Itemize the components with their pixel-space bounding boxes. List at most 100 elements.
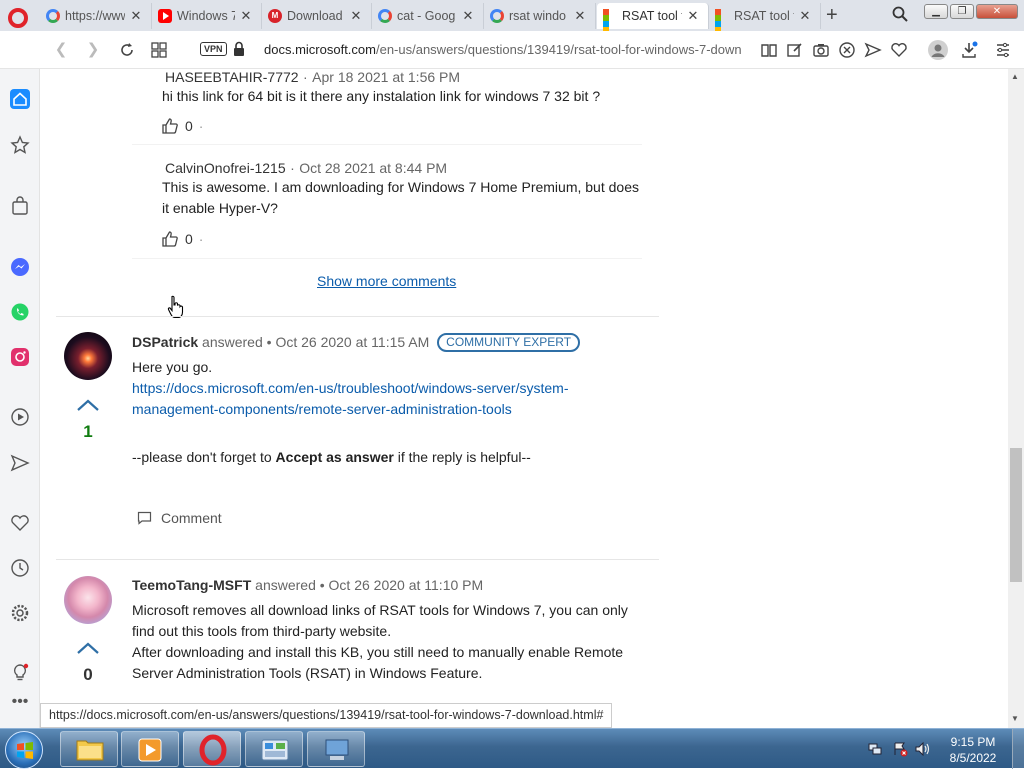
search-tabs-icon[interactable] xyxy=(892,6,908,22)
avatar[interactable] xyxy=(64,332,112,380)
home-icon[interactable] xyxy=(10,89,30,109)
show-more-comments-link[interactable]: Show more comments xyxy=(317,273,456,289)
answer-header: DSPatrick answered • Oct 26 2020 at 11:1… xyxy=(132,333,581,352)
answer-line: Server Administration Tools (RSAT) in Wi… xyxy=(132,665,483,681)
messenger-icon[interactable] xyxy=(10,257,30,277)
network-icon[interactable] xyxy=(868,742,882,756)
volume-speaker-icon[interactable] xyxy=(915,742,931,756)
answer-verb: answered xyxy=(255,577,316,593)
instagram-icon[interactable] xyxy=(10,347,30,367)
reload-icon[interactable] xyxy=(118,41,136,59)
answer-link-line[interactable]: management-components/remote-server-admi… xyxy=(132,399,569,420)
send-flow-icon[interactable] xyxy=(864,41,882,59)
answer-author[interactable]: DSPatrick xyxy=(132,334,198,350)
comment-like-row: 0 · xyxy=(161,230,203,248)
taskbar-opera[interactable] xyxy=(183,731,241,767)
whatsapp-icon[interactable] xyxy=(10,302,30,322)
tab-3[interactable]: M Download ✕ xyxy=(262,3,372,29)
tab-4[interactable]: cat - Goog ✕ xyxy=(372,3,484,29)
speed-dial-grid-icon[interactable] xyxy=(150,41,168,59)
answer-divider xyxy=(56,559,659,560)
forward-arrow-icon[interactable]: ❯ xyxy=(84,41,102,59)
close-icon[interactable]: ✕ xyxy=(239,8,253,24)
tab-5[interactable]: rsat windo ✕ xyxy=(484,3,596,29)
vote-count: 1 xyxy=(83,422,93,441)
answer-line: find out this tools from third-party web… xyxy=(132,623,392,639)
taskbar-media-player[interactable] xyxy=(121,731,179,767)
flow-send-icon[interactable] xyxy=(10,453,30,473)
comment-text: hi this link for 64 bit is it there any … xyxy=(162,88,601,104)
vertical-scrollbar[interactable] xyxy=(1008,69,1024,728)
comment-text-line: it enable Hyper-V? xyxy=(162,200,278,216)
tab-strip: https://www ✕ Windows 7 ✕ M Download ✕ c… xyxy=(0,0,1024,33)
my-flow-heart-icon[interactable] xyxy=(10,513,30,533)
answer-link[interactable]: https://docs.microsoft.com/en-us/trouble… xyxy=(132,378,569,420)
tips-lightbulb-icon[interactable] xyxy=(10,663,30,683)
heart-bookmark-icon[interactable] xyxy=(890,41,908,59)
footer-bold: Accept as answer xyxy=(275,449,394,465)
tab-6-active[interactable]: RSAT tool f ✕ xyxy=(597,3,709,33)
show-desktop-button[interactable] xyxy=(1012,729,1024,769)
more-dots-icon[interactable]: ••• xyxy=(10,694,30,717)
easy-setup-menu-icon[interactable] xyxy=(994,41,1012,59)
comment-header: HASEEBTAHIR-7772 · Apr 18 2021 at 1:56 P… xyxy=(165,69,460,87)
scroll-up-arrow-icon[interactable]: ▲ xyxy=(1011,72,1019,81)
tab-title: cat - Goog xyxy=(397,9,456,23)
comment-divider xyxy=(132,258,642,259)
profile-avatar-icon[interactable] xyxy=(928,40,948,60)
player-icon[interactable] xyxy=(10,407,30,427)
close-icon[interactable]: ✕ xyxy=(686,8,700,24)
upvote-arrow-icon[interactable] xyxy=(76,641,100,655)
thumbs-up-icon[interactable] xyxy=(161,230,179,248)
close-icon[interactable]: ✕ xyxy=(573,8,587,24)
download-icon[interactable] xyxy=(960,41,978,59)
adblock-icon[interactable] xyxy=(838,41,856,59)
url-field[interactable]: docs.microsoft.com/en-us/answers/questio… xyxy=(264,42,750,57)
comment-author[interactable]: HASEEBTAHIR-7772 xyxy=(165,69,299,85)
answer-link-line[interactable]: https://docs.microsoft.com/en-us/trouble… xyxy=(132,378,569,399)
close-icon[interactable]: ✕ xyxy=(461,8,475,24)
footer-text: --please don't forget to xyxy=(132,449,276,465)
camera-snapshot-icon[interactable] xyxy=(812,41,830,59)
comment-author[interactable]: CalvinOnofrei-1215 xyxy=(165,160,286,176)
taskbar-control-panel[interactable] xyxy=(245,731,303,767)
scroll-down-arrow-icon[interactable]: ▼ xyxy=(1011,714,1019,723)
thumbs-up-icon[interactable] xyxy=(161,117,179,135)
scrollbar-thumb[interactable] xyxy=(1010,448,1022,582)
shopping-bag-icon[interactable] xyxy=(10,196,30,216)
comment-label: Comment xyxy=(161,510,222,526)
google-icon xyxy=(46,9,60,23)
minimize-button[interactable]: ▁ xyxy=(924,4,948,19)
settings-gear-icon[interactable] xyxy=(10,603,30,623)
new-tab-plus-icon[interactable]: + xyxy=(826,4,838,27)
lock-icon[interactable] xyxy=(233,41,245,57)
tab-2[interactable]: Windows 7 ✕ xyxy=(152,3,262,29)
system-clock[interactable]: 9:15 PM 8/5/2022 xyxy=(944,734,1002,766)
action-center-flag-icon[interactable] xyxy=(892,741,908,757)
tab-7[interactable]: RSAT tool f ✕ xyxy=(709,3,821,33)
taskbar-remote-desktop[interactable] xyxy=(307,731,365,767)
back-arrow-icon[interactable]: ❮ xyxy=(52,41,70,59)
bookmarks-star-icon[interactable] xyxy=(10,135,30,155)
opera-logo-icon[interactable] xyxy=(8,8,28,28)
edit-icon[interactable] xyxy=(786,41,804,59)
close-icon[interactable]: ✕ xyxy=(349,8,363,24)
answer-header: TeemoTang-MSFT answered • Oct 26 2020 at… xyxy=(132,577,483,593)
upvote-arrow-icon[interactable] xyxy=(76,398,100,412)
window-close-button[interactable]: ✕ xyxy=(976,4,1018,19)
start-button[interactable] xyxy=(5,731,43,769)
taskbar-explorer[interactable] xyxy=(60,731,118,767)
maximize-button[interactable]: ❐ xyxy=(950,4,974,19)
vpn-badge[interactable]: VPN xyxy=(200,42,227,56)
answer-author[interactable]: TeemoTang-MSFT xyxy=(132,577,251,593)
reader-mode-icon[interactable] xyxy=(760,41,778,59)
comment-like-row: 0 · xyxy=(161,117,203,135)
google-icon xyxy=(490,9,504,23)
history-clock-icon[interactable] xyxy=(10,558,30,578)
close-icon[interactable]: ✕ xyxy=(798,8,812,24)
avatar[interactable] xyxy=(64,576,112,624)
tab-1[interactable]: https://www ✕ xyxy=(40,3,152,29)
url-path: /en-us/answers/questions/139419/rsat-too… xyxy=(375,42,742,57)
comment-button[interactable]: Comment xyxy=(137,510,222,526)
close-icon[interactable]: ✕ xyxy=(129,8,143,24)
